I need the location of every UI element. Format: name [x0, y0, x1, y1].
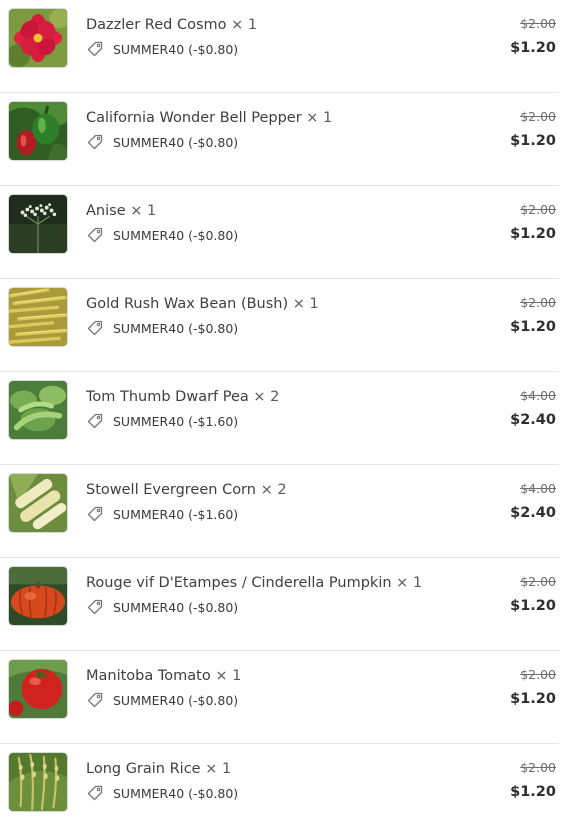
- tag-icon: [86, 133, 104, 151]
- item-title[interactable]: Stowell Evergreen Corn × 2: [86, 482, 287, 498]
- cart-item: Stowell Evergreen Corn × 2 SUMMER40 (-$1…: [0, 465, 559, 558]
- item-title[interactable]: California Wonder Bell Pepper × 1: [86, 110, 332, 126]
- item-name: Dazzler Red Cosmo: [86, 17, 227, 33]
- pumpkin-image[interactable]: [8, 566, 68, 626]
- final-price: $1.20: [510, 133, 556, 149]
- item-title[interactable]: Manitoba Tomato × 1: [86, 668, 241, 684]
- item-quantity: × 1: [306, 110, 333, 126]
- wax-bean-image[interactable]: [8, 287, 68, 347]
- discount-text: SUMMER40 (-$1.60): [113, 506, 239, 522]
- item-name: Rouge vif D'Etampes / Cinderella Pumpkin: [86, 575, 392, 591]
- discount-text: SUMMER40 (-$0.80): [113, 599, 239, 615]
- final-price: $1.20: [510, 40, 556, 56]
- cart-item: Long Grain Rice × 1 SUMMER40 (-$0.80) $2…: [0, 744, 559, 837]
- tag-icon: [86, 598, 104, 616]
- cart-item: Manitoba Tomato × 1 SUMMER40 (-$0.80) $2…: [0, 651, 559, 744]
- item-title[interactable]: Long Grain Rice × 1: [86, 761, 231, 777]
- discount-line: SUMMER40 (-$0.80): [86, 598, 238, 616]
- original-price: $4.00: [520, 481, 556, 496]
- original-price: $2.00: [520, 202, 556, 217]
- cart-item: California Wonder Bell Pepper × 1 SUMMER…: [0, 93, 559, 186]
- item-name: California Wonder Bell Pepper: [86, 110, 302, 126]
- tag-icon: [86, 412, 104, 430]
- tag-icon: [86, 691, 104, 709]
- final-price: $1.20: [510, 598, 556, 614]
- final-price: $2.40: [510, 505, 556, 521]
- discount-line: SUMMER40 (-$0.80): [86, 226, 238, 244]
- red-cosmo-flower-image[interactable]: [8, 8, 68, 68]
- discount-text: SUMMER40 (-$0.80): [113, 785, 239, 801]
- discount-line: SUMMER40 (-$0.80): [86, 40, 238, 58]
- tag-icon: [86, 319, 104, 337]
- item-title[interactable]: Dazzler Red Cosmo × 1: [86, 17, 257, 33]
- final-price: $1.20: [510, 226, 556, 242]
- final-price: $1.20: [510, 319, 556, 335]
- discount-line: SUMMER40 (-$0.80): [86, 784, 238, 802]
- tag-icon: [86, 40, 104, 58]
- item-title[interactable]: Rouge vif D'Etampes / Cinderella Pumpkin…: [86, 575, 422, 591]
- original-price: $2.00: [520, 574, 556, 589]
- cart-item: Rouge vif D'Etampes / Cinderella Pumpkin…: [0, 558, 559, 651]
- final-price: $2.40: [510, 412, 556, 428]
- cart-item: Dazzler Red Cosmo × 1 SUMMER40 (-$0.80) …: [0, 0, 559, 93]
- discount-text: SUMMER40 (-$0.80): [113, 227, 239, 243]
- item-quantity: × 1: [215, 668, 242, 684]
- tag-icon: [86, 505, 104, 523]
- cart-item: Gold Rush Wax Bean (Bush) × 1 SUMMER40 (…: [0, 279, 559, 372]
- item-name: Tom Thumb Dwarf Pea: [86, 389, 249, 405]
- cart-item: Tom Thumb Dwarf Pea × 2 SUMMER40 (-$1.60…: [0, 372, 559, 465]
- final-price: $1.20: [510, 691, 556, 707]
- discount-text: SUMMER40 (-$1.60): [113, 413, 239, 429]
- item-title[interactable]: Anise × 1: [86, 203, 156, 219]
- original-price: $4.00: [520, 388, 556, 403]
- pea-pod-image[interactable]: [8, 380, 68, 440]
- bell-pepper-image[interactable]: [8, 101, 68, 161]
- item-quantity: × 1: [292, 296, 319, 312]
- item-quantity: × 2: [253, 389, 280, 405]
- original-price: $2.00: [520, 16, 556, 31]
- item-quantity: × 1: [130, 203, 157, 219]
- rice-image[interactable]: [8, 752, 68, 812]
- tag-icon: [86, 226, 104, 244]
- item-name: Long Grain Rice: [86, 761, 201, 777]
- item-name: Gold Rush Wax Bean (Bush): [86, 296, 289, 312]
- discount-line: SUMMER40 (-$0.80): [86, 691, 238, 709]
- discount-line: SUMMER40 (-$0.80): [86, 133, 238, 151]
- cart-item-list: Dazzler Red Cosmo × 1 SUMMER40 (-$0.80) …: [0, 0, 567, 837]
- item-quantity: × 1: [205, 761, 232, 777]
- item-quantity: × 1: [396, 575, 423, 591]
- discount-text: SUMMER40 (-$0.80): [113, 692, 239, 708]
- discount-line: SUMMER40 (-$0.80): [86, 319, 238, 337]
- original-price: $2.00: [520, 295, 556, 310]
- item-name: Stowell Evergreen Corn: [86, 482, 256, 498]
- original-price: $2.00: [520, 667, 556, 682]
- discount-text: SUMMER40 (-$0.80): [113, 320, 239, 336]
- anise-flower-image[interactable]: [8, 194, 68, 254]
- cart-item: Anise × 1 SUMMER40 (-$0.80) $2.00 $1.20: [0, 186, 559, 279]
- item-title[interactable]: Gold Rush Wax Bean (Bush) × 1: [86, 296, 319, 312]
- original-price: $2.00: [520, 760, 556, 775]
- item-title[interactable]: Tom Thumb Dwarf Pea × 2: [86, 389, 279, 405]
- tomato-image[interactable]: [8, 659, 68, 719]
- corn-image[interactable]: [8, 473, 68, 533]
- discount-line: SUMMER40 (-$1.60): [86, 505, 238, 523]
- discount-line: SUMMER40 (-$1.60): [86, 412, 238, 430]
- item-quantity: × 2: [260, 482, 287, 498]
- final-price: $1.20: [510, 784, 556, 800]
- item-name: Manitoba Tomato: [86, 668, 211, 684]
- item-name: Anise: [86, 203, 126, 219]
- item-quantity: × 1: [231, 17, 258, 33]
- discount-text: SUMMER40 (-$0.80): [113, 41, 239, 57]
- tag-icon: [86, 784, 104, 802]
- discount-text: SUMMER40 (-$0.80): [113, 134, 239, 150]
- original-price: $2.00: [520, 109, 556, 124]
